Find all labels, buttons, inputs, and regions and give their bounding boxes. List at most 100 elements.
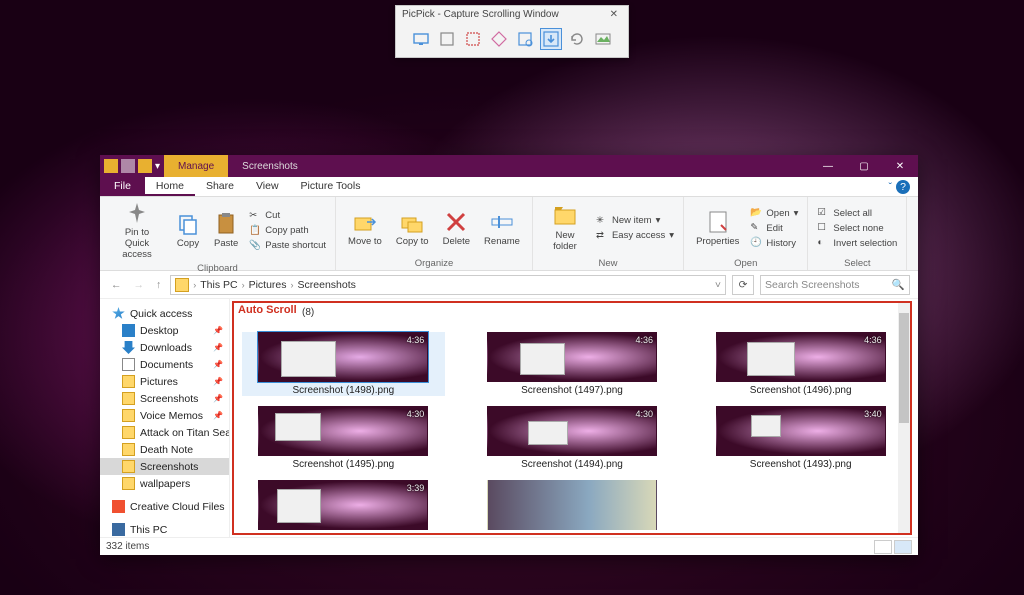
rename-button[interactable]: Rename [478, 199, 526, 257]
repeat-icon[interactable] [566, 28, 588, 50]
title-bar[interactable]: ▾ Manage Screenshots — ▢ ✕ [100, 155, 918, 177]
nav-item-screenshots[interactable]: Screenshots📌 [100, 390, 229, 407]
scroll-save-icon[interactable] [540, 28, 562, 50]
edit-button[interactable]: ✎Edit [747, 221, 801, 235]
copy-button[interactable]: Copy [170, 199, 206, 262]
thumbnail-image [487, 480, 657, 530]
breadcrumb[interactable]: › This PC › Pictures › Screenshots ˅ [170, 275, 726, 295]
thumbnail-timestamp: 3:40 [864, 409, 882, 419]
nav-item-downloads[interactable]: Downloads📌 [100, 339, 229, 356]
file-name: Screenshot (1496).png [750, 385, 852, 396]
nav-this-pc[interactable]: This PC [100, 521, 229, 537]
region-icon[interactable] [462, 28, 484, 50]
file-name: Screenshot (1491).png [521, 533, 623, 535]
nav-item-attack-on-titan-season-1[interactable]: Attack on Titan Season 1 [100, 424, 229, 441]
search-input[interactable]: Search Screenshots 🔍 [760, 275, 910, 295]
chevron-down-icon: ▾ [656, 215, 661, 226]
star-icon [112, 307, 125, 320]
chevron-right-icon: › [242, 280, 245, 290]
new-item-button[interactable]: ✳New item ▾ [593, 214, 677, 228]
nav-item-pictures[interactable]: Pictures📌 [100, 373, 229, 390]
copy-path-button[interactable]: 📋Copy path [246, 224, 329, 238]
breadcrumb-dropdown-icon[interactable]: ˅ [715, 279, 721, 291]
nav-item-wallpapers[interactable]: wallpapers [100, 475, 229, 492]
breadcrumb-segment[interactable]: Screenshots [298, 279, 356, 291]
file-item[interactable]: 4:30Screenshot (1495).png [242, 406, 445, 470]
refresh-button[interactable]: ⟳ [732, 275, 754, 295]
back-button[interactable]: ← [108, 279, 125, 291]
ribbon-tabs: File Home Share View Picture Tools ˇ ? [100, 177, 918, 197]
chevron-down-icon: ▾ [794, 208, 799, 219]
qat-dropdown-icon[interactable]: ▾ [155, 161, 160, 172]
file-item[interactable]: 3:39Screenshot (1492).png [242, 480, 445, 535]
tab-picture-tools[interactable]: Picture Tools [290, 177, 372, 196]
thumbnail-image: 4:36 [487, 332, 657, 382]
move-to-button[interactable]: Move to [342, 199, 388, 257]
rename-icon [490, 210, 514, 234]
copy-icon [176, 212, 200, 236]
nav-quick-access[interactable]: Quick access [100, 305, 229, 322]
paste-button[interactable]: Paste [208, 199, 244, 262]
nav-item-voice-memos[interactable]: Voice Memos📌 [100, 407, 229, 424]
file-item[interactable]: 4:36Screenshot (1496).png [699, 332, 902, 396]
pc-icon [112, 523, 125, 536]
qat-icon[interactable] [121, 159, 135, 173]
fullscreen-icon[interactable] [410, 28, 432, 50]
breadcrumb-segment[interactable]: Pictures [249, 279, 287, 291]
file-item[interactable]: 4:30Screenshot (1494).png [471, 406, 674, 470]
nav-item-documents[interactable]: Documents📌 [100, 356, 229, 373]
easy-access-button[interactable]: ⇄Easy access ▾ [593, 229, 677, 243]
nav-item-death-note[interactable]: Death Note [100, 441, 229, 458]
qat-icon[interactable] [138, 159, 152, 173]
breadcrumb-segment[interactable]: This PC [200, 279, 237, 291]
up-button[interactable]: ↑ [153, 279, 164, 291]
freehand-icon[interactable] [488, 28, 510, 50]
nav-creative-cloud[interactable]: Creative Cloud Files [100, 498, 229, 515]
folder-icon [122, 443, 135, 456]
nav-item-screenshots[interactable]: Screenshots [100, 458, 229, 475]
view-thumbnails-button[interactable] [894, 540, 912, 554]
forward-button[interactable]: → [131, 279, 148, 291]
folder-icon [122, 375, 135, 388]
maximize-button[interactable]: ▢ [846, 155, 882, 177]
open-button[interactable]: 📂Open ▾ [747, 206, 801, 220]
file-item[interactable]: Screenshot (1491).png [471, 480, 674, 535]
properties-button[interactable]: Properties [690, 199, 745, 257]
file-item[interactable]: 4:36Screenshot (1498).png [242, 332, 445, 396]
folder-icon [122, 409, 135, 422]
invert-selection-button[interactable]: ◐Invert selection [814, 236, 900, 250]
tab-view[interactable]: View [245, 177, 290, 196]
delete-button[interactable]: Delete [437, 199, 476, 257]
collapse-ribbon-icon[interactable]: ˇ [889, 181, 893, 193]
image-icon[interactable] [592, 28, 614, 50]
tab-file[interactable]: File [100, 177, 145, 196]
title-contextual-tab[interactable]: Manage [164, 155, 228, 177]
content-area[interactable]: Auto Scroll (8) 4:36Screenshot (1498).pn… [232, 301, 912, 535]
scroll-icon[interactable] [514, 28, 536, 50]
easy-access-icon: ⇄ [596, 230, 608, 242]
close-button[interactable]: ✕ [882, 155, 918, 177]
view-details-button[interactable] [874, 540, 892, 554]
select-none-button[interactable]: ☐Select none [814, 221, 900, 235]
pin-icon: 📌 [213, 411, 223, 420]
new-folder-button[interactable]: New folder [539, 199, 591, 257]
nav-item-desktop[interactable]: Desktop📌 [100, 322, 229, 339]
navigation-pane: Quick access Desktop📌Downloads📌Documents… [100, 299, 230, 537]
scrollbar[interactable] [898, 303, 910, 533]
select-all-button[interactable]: ☑Select all [814, 206, 900, 220]
file-item[interactable]: 4:36Screenshot (1497).png [471, 332, 674, 396]
picpick-close-button[interactable]: ✕ [606, 9, 622, 20]
copy-to-button[interactable]: Copy to [390, 199, 435, 257]
cut-button[interactable]: ✂Cut [246, 209, 329, 223]
auto-scroll-label: Auto Scroll [238, 304, 297, 316]
tab-home[interactable]: Home [145, 177, 195, 196]
minimize-button[interactable]: — [810, 155, 846, 177]
file-item[interactable]: 3:40Screenshot (1493).png [699, 406, 902, 470]
pin-quick-access-button[interactable]: Pin to Quick access [106, 199, 168, 262]
paste-shortcut-button[interactable]: 📎Paste shortcut [246, 239, 329, 253]
scrollbar-thumb[interactable] [899, 313, 909, 423]
tab-share[interactable]: Share [195, 177, 245, 196]
window-icon[interactable] [436, 28, 458, 50]
help-icon[interactable]: ? [896, 180, 910, 194]
history-button[interactable]: 🕘History [747, 236, 801, 250]
